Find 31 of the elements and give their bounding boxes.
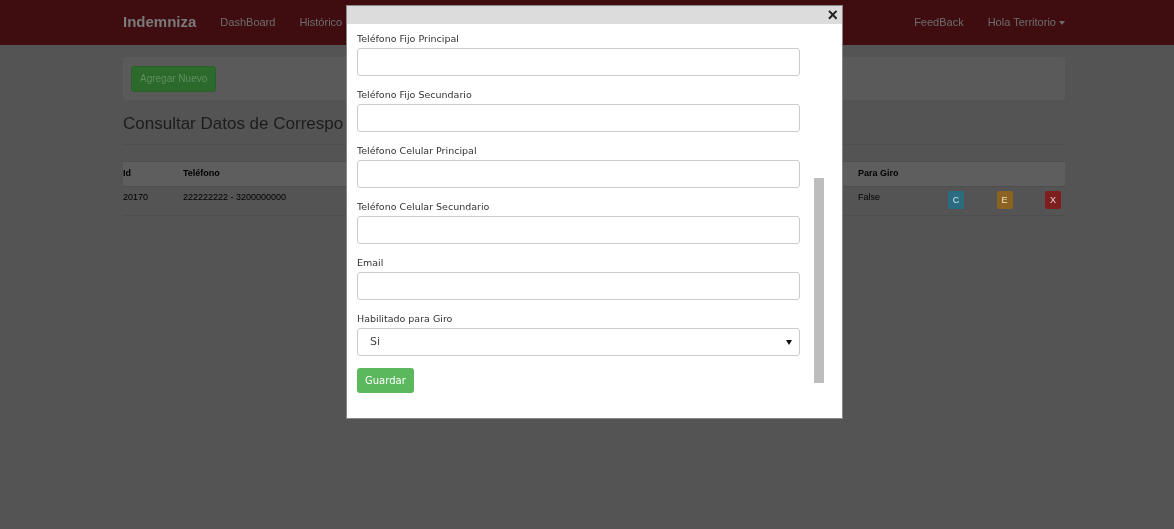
field-label: Email xyxy=(357,257,385,269)
input-field[interactable] xyxy=(357,48,800,76)
dropdown-arrow-icon xyxy=(786,339,792,345)
field-label: Teléfono Celular Secundario xyxy=(357,201,491,213)
field-label: Teléfono Fijo Principal xyxy=(357,33,460,45)
user-menu[interactable]: Hola Territorio xyxy=(987,14,1065,31)
column-header: Para Giro xyxy=(858,168,899,179)
caret-icon xyxy=(1059,21,1065,26)
close-button[interactable]: × xyxy=(823,6,842,24)
table-cell: False xyxy=(858,191,880,202)
edit-button[interactable]: E xyxy=(996,190,1013,209)
nav-link[interactable]: FeedBack xyxy=(914,14,964,31)
scrollbar-thumb[interactable] xyxy=(813,178,824,383)
input-field[interactable] xyxy=(357,272,800,300)
field-label: Habilitado para Giro xyxy=(357,313,454,325)
input-field[interactable] xyxy=(357,160,800,188)
save-button[interactable]: Guardar xyxy=(357,368,414,393)
delete-button[interactable]: X xyxy=(1045,190,1061,209)
consult-button[interactable]: C xyxy=(948,190,964,209)
nav-link[interactable]: DashBoard xyxy=(220,14,276,31)
field-label: Teléfono Fijo Secundario xyxy=(357,89,473,101)
brand-link[interactable]: Indemniza xyxy=(123,11,197,34)
column-header: Teléfono xyxy=(183,168,220,179)
input-field[interactable] xyxy=(357,104,800,132)
input-field[interactable] xyxy=(357,216,800,244)
nav-link[interactable]: Histórico xyxy=(299,14,343,31)
select-field[interactable]: Si xyxy=(357,328,800,356)
column-header: Id xyxy=(123,168,131,179)
table-cell: 222222222 - 3200000000 xyxy=(183,191,287,202)
table-cell: 20170 xyxy=(123,191,149,202)
field-label: Teléfono Celular Principal xyxy=(357,145,478,157)
